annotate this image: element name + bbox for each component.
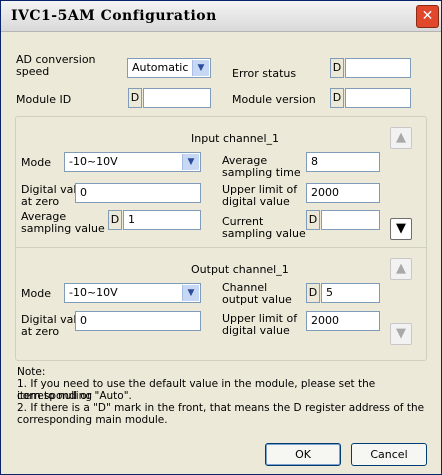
output-down-button[interactable]: ▼ (390, 323, 412, 345)
close-button[interactable]: ✕ (416, 5, 439, 28)
dialog-body: AD conversion speed Automatic ▼ Error st… (1, 32, 441, 474)
d-mark: D (330, 88, 344, 108)
current-sampling-value-label: Current sampling value (222, 215, 306, 240)
d-mark: D (306, 283, 320, 303)
d-mark: D (306, 210, 320, 230)
group-divider (15, 247, 427, 248)
output-upper-limit-field[interactable]: 2000 (306, 311, 380, 331)
average-sampling-time-label: Average sampling time (222, 154, 301, 179)
cancel-button[interactable]: Cancel (351, 443, 427, 466)
output-digital-zero-field[interactable]: 0 (75, 311, 201, 331)
output-mode-label: Mode (21, 287, 51, 300)
module-version-field[interactable] (345, 88, 411, 108)
input-down-button[interactable]: ▼ (390, 218, 412, 240)
chevron-down-icon[interactable]: ▼ (192, 60, 209, 76)
input-mode-value: -10~10V (69, 155, 118, 168)
channel-output-value-label: Channel output value (222, 281, 292, 306)
current-sampling-value-field[interactable] (321, 210, 380, 230)
error-status-label: Error status (232, 67, 297, 80)
close-icon: ✕ (421, 8, 434, 24)
error-status-field[interactable] (345, 58, 411, 78)
input-digital-zero-field[interactable]: 0 (75, 183, 201, 203)
input-upper-limit-field[interactable]: 2000 (306, 183, 380, 203)
module-version-label: Module version (232, 93, 316, 106)
output-mode-select[interactable]: -10~10V ▼ (64, 283, 201, 303)
down-arrow-icon: ▼ (396, 221, 406, 236)
average-sampling-value-label: Average sampling value (21, 210, 105, 235)
down-arrow-icon: ▼ (396, 326, 406, 341)
configuration-dialog: IVC1-5AM Configuration ✕ AD conversion s… (0, 0, 442, 475)
input-up-button[interactable]: ▲ (390, 127, 412, 149)
output-mode-value: -10~10V (69, 286, 118, 299)
average-sampling-time-field[interactable]: 8 (306, 152, 380, 172)
ok-button[interactable]: OK (265, 443, 341, 466)
output-upper-limit-label: Upper limit of digital value (222, 312, 298, 337)
output-channel-title: Output channel_1 (191, 263, 289, 276)
ad-conversion-speed-label: AD conversion speed (16, 53, 96, 78)
note-line-1b: item to null or "Auto". (17, 390, 132, 402)
input-upper-limit-label: Upper limit of digital value (222, 183, 298, 208)
note-line-2: 2. If there is a "D" mark in the front, … (17, 402, 425, 414)
d-mark: D (128, 88, 142, 108)
input-channel-title: Input channel_1 (191, 132, 280, 145)
ad-conversion-speed-value: Automatic (132, 61, 189, 74)
channel-output-value-field[interactable]: 5 (321, 283, 380, 303)
d-mark: D (108, 210, 122, 230)
note-line-2b: corresponding main module. (17, 414, 168, 426)
note-heading: Note: (17, 366, 46, 378)
output-up-button[interactable]: ▲ (390, 258, 412, 280)
ad-conversion-speed-select[interactable]: Automatic ▼ (127, 58, 211, 78)
input-mode-select[interactable]: -10~10V ▼ (64, 152, 201, 172)
module-id-label: Module ID (16, 93, 72, 106)
d-mark: D (330, 58, 344, 78)
up-arrow-icon: ▲ (396, 261, 406, 276)
module-id-field[interactable] (143, 88, 211, 108)
up-arrow-icon: ▲ (396, 130, 406, 145)
chevron-down-icon[interactable]: ▼ (182, 285, 199, 301)
input-mode-label: Mode (21, 156, 51, 169)
title-bar[interactable]: IVC1-5AM Configuration ✕ (1, 1, 441, 32)
window-title: IVC1-5AM Configuration (11, 8, 217, 24)
chevron-down-icon[interactable]: ▼ (182, 154, 199, 170)
average-sampling-value-field[interactable]: 1 (123, 210, 201, 230)
